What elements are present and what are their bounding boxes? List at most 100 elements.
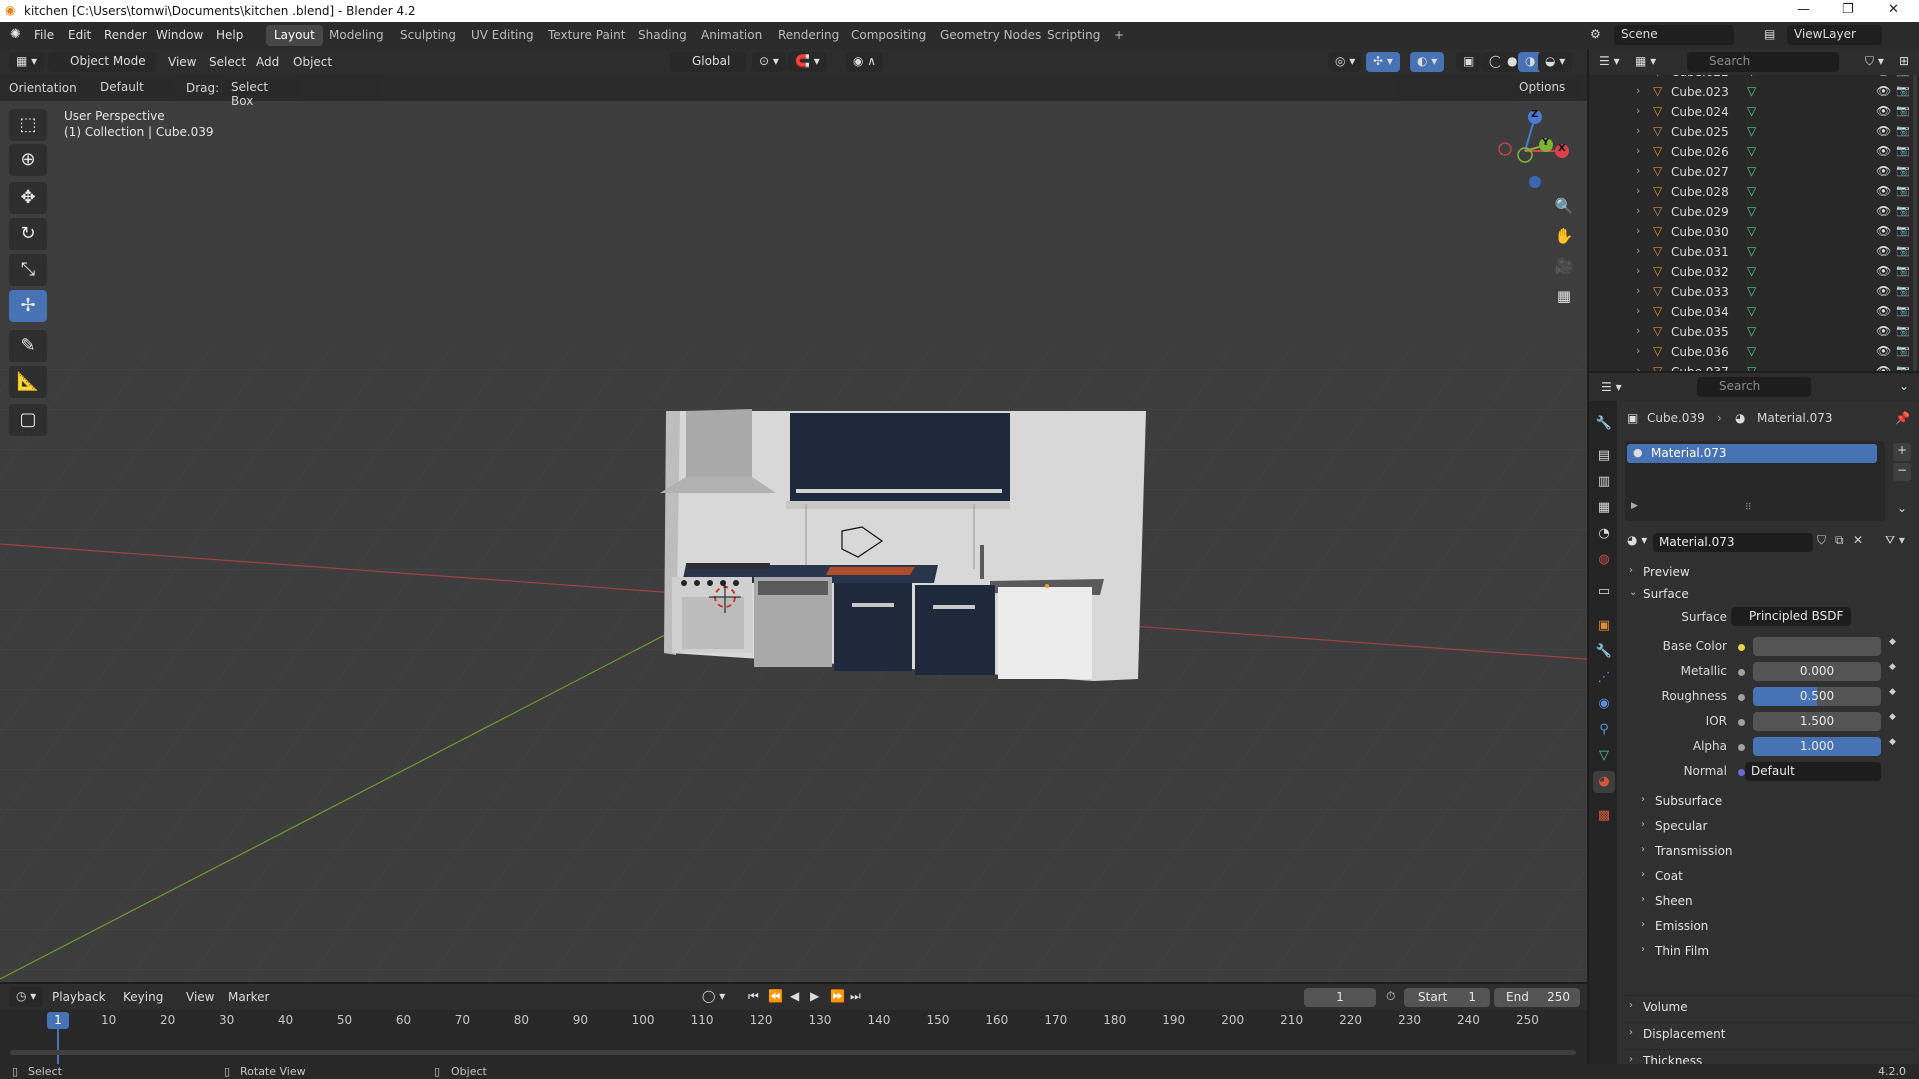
outliner-row-label[interactable]: Cube.029	[1671, 205, 1729, 219]
outliner-row-label[interactable]: Cube.030	[1671, 225, 1729, 239]
outliner-row[interactable]: › ▽ Cube.032 ▽ 👁 📷	[1589, 262, 1919, 282]
link-mode-icon[interactable]: ⛛ ▾	[1885, 533, 1905, 548]
move-tool[interactable]: ✥	[9, 182, 47, 214]
outliner-row[interactable]: › ▽ Cube.037 ▽ 👁 📷	[1589, 362, 1919, 371]
outliner-row[interactable]: › ▽ Cube.025 ▽ 👁 📷	[1589, 122, 1919, 142]
mesh-data-icon[interactable]: ▽	[1747, 364, 1756, 371]
rendered-shading-icon[interactable]: ◒ ▾	[1538, 52, 1573, 72]
base-color-swatch[interactable]	[1753, 637, 1881, 656]
mesh-data-icon[interactable]: ▽	[1747, 244, 1756, 258]
eye-icon[interactable]: 👁	[1876, 324, 1891, 338]
chevron-right-icon[interactable]: ›	[1636, 184, 1640, 197]
scene-icon[interactable]: ⚙	[1590, 27, 1601, 41]
subpanel-header[interactable]: › Specular	[1639, 815, 1909, 837]
outliner-row-label[interactable]: Cube.026	[1671, 145, 1729, 159]
menu-marker[interactable]: Marker	[228, 990, 269, 1004]
maximize-button[interactable]: ❐	[1842, 2, 1854, 17]
menu-timeline-view[interactable]: View	[186, 990, 214, 1004]
eye-icon[interactable]: 👁	[1876, 184, 1891, 198]
chevron-right-icon[interactable]: ›	[1636, 244, 1640, 257]
jump-start-icon[interactable]: ⏮	[748, 989, 759, 1004]
display-mode-icon[interactable]: ▦ ▾	[1635, 54, 1656, 68]
outliner-row-label[interactable]: Cube.032	[1671, 265, 1729, 279]
outliner-row[interactable]: › ▽ Cube.033 ▽ 👁 📷	[1589, 282, 1919, 302]
mesh-data-icon[interactable]: ▽	[1747, 264, 1756, 278]
annotate-tool[interactable]: ✎	[9, 330, 47, 362]
gizmo-toggle-button[interactable]: ✣ ▾	[1366, 52, 1400, 72]
tab-sculpting[interactable]: Sculpting	[392, 25, 464, 46]
outliner-row-label[interactable]: Cube.028	[1671, 185, 1729, 199]
constraints-tab-icon[interactable]: ⚲	[1593, 719, 1615, 741]
panel-preview[interactable]: › Preview	[1625, 561, 1915, 585]
eye-icon[interactable]: 👁	[1876, 144, 1891, 158]
outliner-row-label[interactable]: Cube.035	[1671, 325, 1729, 339]
camera-icon[interactable]: 📷	[1896, 364, 1910, 371]
play-icon[interactable]: ▶	[810, 989, 819, 1003]
add-workspace-button[interactable]: +	[1106, 25, 1132, 46]
material-browse-icon[interactable]: ◕ ▾	[1627, 533, 1647, 547]
close-button[interactable]: ✕	[1888, 2, 1899, 17]
camera-icon[interactable]: 📷	[1896, 75, 1910, 77]
blender-menu-icon[interactable]: ✺	[10, 27, 21, 42]
eye-icon[interactable]: 👁	[1876, 124, 1891, 138]
menu-playback[interactable]: Playback	[52, 990, 106, 1004]
menu-select[interactable]: Select	[209, 55, 246, 69]
tab-animation[interactable]: Animation	[693, 25, 770, 46]
camera-view-icon[interactable]: 🎥	[1551, 253, 1577, 279]
camera-icon[interactable]: 📷	[1896, 164, 1910, 177]
chevron-right-icon[interactable]: ›	[1636, 344, 1640, 357]
roughness-field[interactable]: 0.500	[1753, 687, 1881, 706]
menu-add[interactable]: Add	[256, 55, 279, 69]
camera-icon[interactable]: 📷	[1896, 204, 1910, 217]
alpha-keyframe-icon[interactable]: ◆	[1889, 737, 1896, 747]
outliner-row[interactable]: › ▽ Cube.026 ▽ 👁 📷	[1589, 142, 1919, 162]
next-keyframe-icon[interactable]: ⏩	[830, 989, 845, 1003]
camera-icon[interactable]: 📷	[1896, 224, 1910, 237]
metallic-keyframe-icon[interactable]: ◆	[1889, 662, 1896, 672]
ior-field[interactable]: 1.500	[1753, 712, 1881, 731]
pan-hand-icon[interactable]: ✋	[1551, 223, 1577, 249]
subpanel-header[interactable]: › Coat	[1639, 865, 1909, 887]
panel-surface[interactable]: ⌄ Surface	[1625, 583, 1915, 607]
chevron-right-icon[interactable]: ›	[1636, 84, 1640, 97]
mode-selector[interactable]: Object Mode	[48, 52, 156, 72]
chevron-right-icon[interactable]: ›	[1636, 324, 1640, 337]
zoom-icon[interactable]: 🔍	[1551, 193, 1577, 219]
camera-icon[interactable]: 📷	[1896, 84, 1910, 97]
scene-tab-icon[interactable]: ◔	[1593, 523, 1615, 545]
mesh-data-icon[interactable]: ▽	[1747, 324, 1756, 338]
chevron-right-icon[interactable]: ›	[1636, 304, 1640, 317]
tab-compositing[interactable]: Compositing	[843, 25, 934, 46]
mesh-data-icon[interactable]: ▽	[1747, 84, 1756, 98]
camera-icon[interactable]: 📷	[1896, 284, 1910, 297]
filter-icon[interactable]: ⛉ ▾	[1865, 54, 1884, 69]
pin-icon[interactable]: 📌	[1895, 411, 1910, 425]
subpanel-header[interactable]: › Subsurface	[1639, 790, 1909, 812]
outliner-row-label[interactable]: Cube.024	[1671, 105, 1729, 119]
orientation-dropdown[interactable]: Default	[78, 78, 174, 98]
auto-key-icon[interactable]: ◯ ▾	[702, 989, 725, 1003]
transform-orientation-dropdown[interactable]: Global	[670, 52, 746, 72]
editor-type-button[interactable]: ▦ ▾	[9, 52, 45, 72]
3d-viewport[interactable]: Z Y X User Perspective (1) Collection | …	[0, 49, 1587, 982]
texture-tab-icon[interactable]: ▩	[1593, 805, 1615, 827]
start-frame-field[interactable]: Start 1	[1404, 988, 1490, 1007]
material-slot-selected[interactable]: ● Material.073	[1627, 444, 1877, 463]
rotate-tool[interactable]: ↻	[9, 218, 47, 250]
timeline-editor-type-button[interactable]: ◷ ▾	[9, 987, 44, 1007]
metallic-field[interactable]: 0.000	[1753, 662, 1881, 681]
outliner-row-label[interactable]: Cube.027	[1671, 165, 1729, 179]
chevron-right-icon[interactable]: ›	[1636, 124, 1640, 137]
outliner-row[interactable]: › ▽ Cube.035 ▽ 👁 📷	[1589, 322, 1919, 342]
play-reverse-icon[interactable]: ◀	[790, 989, 799, 1003]
particles-tab-icon[interactable]: ⋰	[1593, 667, 1615, 689]
unlink-material-icon[interactable]: ✕	[1853, 533, 1863, 547]
mesh-data-icon[interactable]: ▽	[1747, 124, 1756, 138]
tab-modeling[interactable]: Modeling	[321, 25, 392, 46]
visibility-button[interactable]: ◎ ▾	[1328, 52, 1363, 72]
outliner-row[interactable]: › ▽ Cube.030 ▽ 👁 📷	[1589, 222, 1919, 242]
new-collection-icon[interactable]: ⊞	[1899, 54, 1909, 68]
outliner-row-label[interactable]: Cube.031	[1671, 245, 1729, 259]
eye-icon[interactable]: 👁	[1876, 84, 1891, 98]
select-box-tool[interactable]: ⬚	[9, 109, 47, 141]
